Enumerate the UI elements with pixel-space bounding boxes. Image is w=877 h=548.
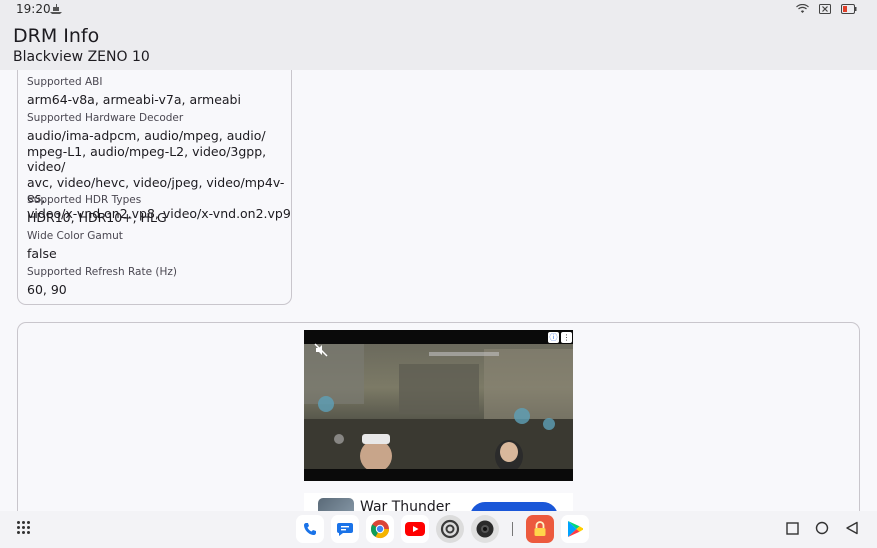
status-icons [796,3,857,17]
mute-icon[interactable] [314,342,328,361]
field-value: arm64-v8a, armeabi-v7a, armeabi [27,92,241,107]
status-bar: 19:20 [0,0,877,20]
camera-icon[interactable] [471,515,499,543]
field-hdr-types: Supported HDR Types HDR10, HDR10+, HLG [27,194,167,226]
settings-icon[interactable] [436,515,464,543]
ad-info-icon[interactable]: ⓘ [548,332,559,343]
play-store-icon[interactable] [561,515,589,543]
field-label: Supported HDR Types [27,194,142,206]
taskbar [0,511,877,548]
system-navigation [786,520,859,539]
game-scene-graphic [304,344,573,472]
app-title: DRM Info [13,25,100,47]
youtube-icon[interactable] [401,515,429,543]
battery-icon [841,3,857,17]
video-bottom-strip [304,469,573,481]
field-value: false [27,246,57,261]
field-refresh-rate: Supported Refresh Rate (Hz) 60, 90 [27,266,177,298]
field-value: HDR10, HDR10+, HLG [27,210,167,225]
status-time: 19:20 [16,2,51,16]
ship-notification-icon [49,3,63,18]
game-footage [304,344,573,472]
video-top-strip [304,330,573,344]
ad-video[interactable] [304,330,573,481]
no-sim-icon [819,3,831,17]
chrome-icon[interactable] [366,515,394,543]
field-label: Wide Color Gamut [27,230,123,242]
back-button[interactable] [845,520,859,539]
field-value: 60, 90 [27,282,67,297]
home-button[interactable] [815,520,829,539]
lock-app-icon[interactable] [526,515,554,543]
field-label: Supported Hardware Decoder [27,112,184,124]
device-name: Blackview ZENO 10 [13,49,150,65]
ad-card: ⓘ ⋮ War Thunder [17,322,860,522]
ad-menu-icon[interactable]: ⋮ [561,332,572,343]
app-bar: DRM Info Blackview ZENO 10 [0,20,877,70]
field-label: Supported ABI [27,76,103,88]
messages-icon[interactable] [331,515,359,543]
dock-separator [512,522,513,536]
device-info-card: Supported ABI arm64-v8a, armeabi-v7a, ar… [17,70,292,305]
recents-button[interactable] [786,520,799,539]
field-wide-color-gamut: Wide Color Gamut false [27,230,123,262]
wifi-icon [796,3,809,17]
dock [296,515,589,543]
phone-icon[interactable] [296,515,324,543]
app-drawer-icon[interactable] [17,521,31,535]
field-supported-abi: Supported ABI arm64-v8a, armeabi-v7a, ar… [27,76,241,108]
ad-choices[interactable]: ⓘ ⋮ [548,332,572,343]
field-label: Supported Refresh Rate (Hz) [27,266,177,278]
